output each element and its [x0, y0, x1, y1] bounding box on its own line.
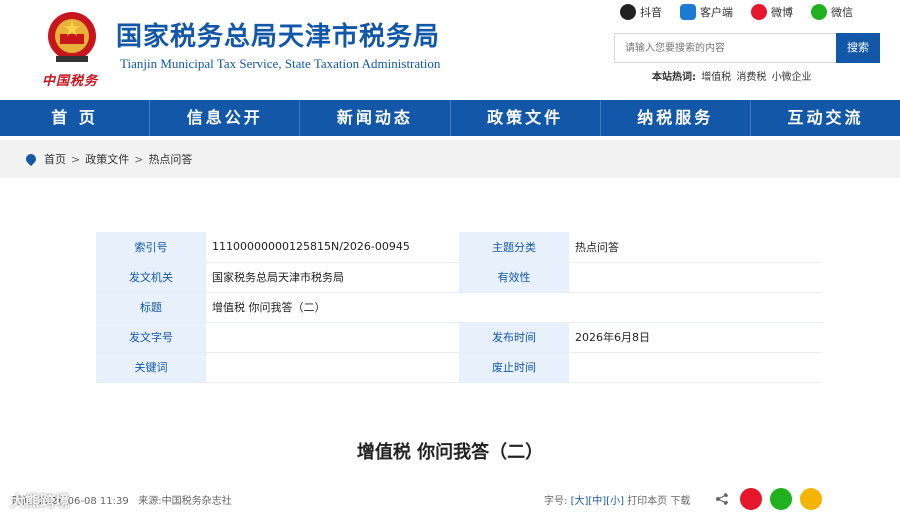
hot-words: 本站热词: 增值税 消费税 小微企业 [652, 68, 812, 83]
meta-value: 增值税 你问我答（二） [206, 292, 822, 323]
meta-value: 国家税务总局天津市税务局 [206, 262, 459, 293]
douyin-icon [620, 4, 636, 20]
meta-value [206, 322, 459, 353]
article-info-bar: 时间: 2026-06-08 11:39 来源:中国税务杂志社 字号: [大][… [12, 488, 888, 512]
source-value: 中国税务杂志社 [161, 496, 232, 507]
site-subtitle: Tianjin Municipal Tax Service, State Tax… [120, 56, 441, 71]
hot-words-label: 本站热词: [652, 72, 696, 83]
share-weibo-icon[interactable] [740, 488, 762, 510]
nav-news[interactable]: 新闻动态 [300, 100, 451, 136]
breadcrumb-separator: > [71, 152, 81, 166]
share-icon[interactable] [715, 492, 729, 506]
font-small-button[interactable]: [小] [606, 496, 624, 507]
article-tools: 字号: [大][中][小] 打印本页 下载 [544, 492, 690, 507]
meta-value [206, 352, 459, 383]
site-header: 中国税务 国家税务总局天津市税务局 Tianjin Municipal Tax … [0, 0, 900, 100]
font-large-button[interactable]: [大] [571, 496, 589, 507]
breadcrumb: 首页 > 政策文件 > 热点问答 [0, 140, 900, 178]
search-box: 搜索 [614, 33, 880, 63]
share-weixin-icon[interactable] [770, 488, 792, 510]
search-button[interactable]: 搜索 [836, 33, 880, 63]
nav-home[interactable]: 首 页 [0, 100, 151, 136]
meta-label: 废止时间 [459, 352, 569, 383]
meta-value [569, 352, 822, 383]
weixin-icon [811, 4, 827, 20]
nav-interaction[interactable]: 互动交流 [751, 100, 900, 136]
meta-label: 发文机关 [96, 262, 206, 293]
social-weixin[interactable]: 微信 [811, 4, 853, 20]
hot-word[interactable]: 消费税 [736, 72, 766, 83]
breadcrumb-home[interactable]: 首页 [44, 151, 66, 167]
nav-info-disclosure[interactable]: 信息公开 [150, 100, 301, 136]
download-button[interactable]: 下载 [670, 496, 690, 507]
table-row: 发文机关 国家税务总局天津市税务局 有效性 [96, 262, 822, 293]
meta-value: 热点问答 [569, 232, 822, 263]
font-size-label: 字号: [544, 496, 568, 507]
meta-label: 关键词 [96, 352, 206, 383]
slogan-logo: 中国税务 [42, 74, 99, 89]
table-row: 索引号 11100000000125815N/2026-00945 主题分类 热… [96, 232, 822, 263]
font-medium-button[interactable]: [中] [588, 496, 606, 507]
search-input[interactable] [615, 34, 837, 62]
client-icon [680, 4, 696, 20]
nav-tax-service[interactable]: 纳税服务 [601, 100, 751, 136]
social-links: 抖音 客户端 微博 微信 [620, 4, 853, 20]
article-title: 增值税 你问我答（二） [356, 442, 544, 463]
meta-value: 2026年6月8日 [569, 322, 822, 353]
meta-label: 发布时间 [459, 322, 569, 353]
breadcrumb-current: 热点问答 [148, 153, 193, 166]
table-row: 标题 增值税 你问我答（二） [96, 292, 822, 323]
site-title[interactable]: 国家税务总局天津市税务局 [116, 16, 440, 53]
watermark: 大熊跨境 [10, 492, 71, 510]
location-pin-icon [23, 151, 39, 167]
weibo-icon [751, 4, 767, 20]
breadcrumb-policy[interactable]: 政策文件 [85, 151, 129, 167]
table-row: 关键词 废止时间 [96, 352, 822, 383]
document-meta-table: 索引号 11100000000125815N/2026-00945 主题分类 热… [96, 232, 822, 383]
meta-label: 标题 [96, 292, 206, 323]
social-client[interactable]: 客户端 [680, 4, 733, 20]
meta-label: 索引号 [96, 232, 206, 263]
breadcrumb-separator: > [134, 152, 144, 166]
national-emblem-icon [48, 12, 96, 62]
meta-label: 发文字号 [96, 322, 206, 353]
meta-value: 11100000000125815N/2026-00945 [206, 232, 459, 263]
source-label: 来源: [138, 496, 162, 507]
main-content: 索引号 11100000000125815N/2026-00945 主题分类 热… [12, 180, 888, 520]
meta-value [569, 262, 822, 293]
hot-word[interactable]: 小微企业 [772, 72, 812, 83]
share-qzone-icon[interactable] [800, 488, 822, 510]
hot-word[interactable]: 增值税 [701, 72, 731, 83]
table-row: 发文字号 发布时间 2026年6月8日 [96, 322, 822, 353]
meta-label: 主题分类 [459, 232, 569, 263]
social-douyin[interactable]: 抖音 [620, 4, 662, 20]
social-weibo[interactable]: 微博 [751, 4, 793, 20]
meta-label: 有效性 [459, 262, 569, 293]
print-button[interactable]: 打印本页 [627, 496, 667, 507]
main-nav: 首 页 信息公开 新闻动态 政策文件 纳税服务 互动交流 [0, 100, 900, 136]
nav-policy[interactable]: 政策文件 [451, 100, 601, 136]
